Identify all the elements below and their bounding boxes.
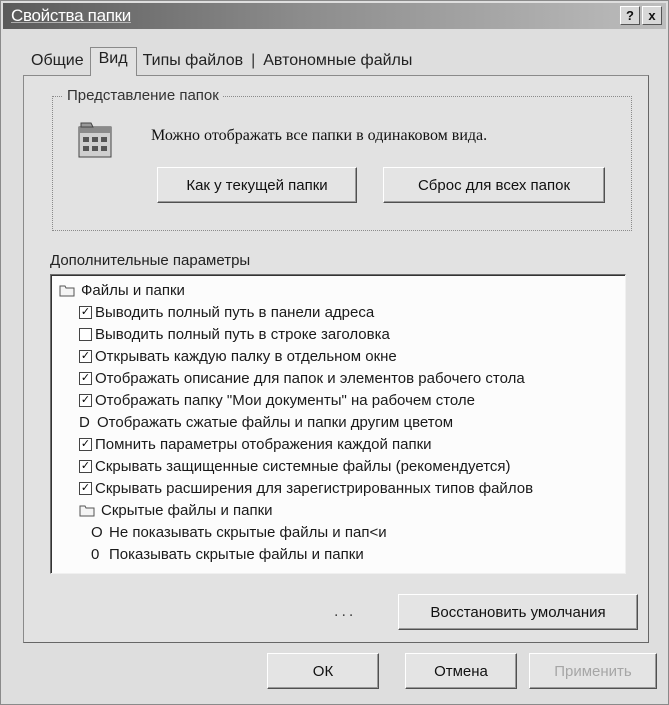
setting-label: Открывать каждую палку в отдельном окне [95,347,397,365]
radio-marker[interactable]: 0 [91,546,103,563]
apply-button[interactable]: Применить [529,653,657,689]
setting-label: Файлы и папки [81,281,185,299]
checkbox-checked[interactable]: ✓ [79,459,92,473]
tab-view[interactable]: Вид [89,47,137,76]
setting-label: Показывать скрытые файлы и папки [109,545,364,563]
setting-label: Скрывать защищенные системные файлы (рек… [95,457,511,475]
tab-file-types[interactable]: Типы файлов [137,48,250,75]
tab-general[interactable]: Общие [25,48,90,75]
folder-icon [79,505,95,516]
folder-views-description: Можно отображать все папки в одинаковом … [151,127,488,144]
setting-item[interactable]: ✓ Отображать папку "Мои документы" на раб… [51,389,625,411]
view-tab-panel: Представление папок Можно отображать все… [23,75,649,643]
checkbox-checked[interactable]: ✓ [79,481,92,495]
restore-defaults-button[interactable]: Восстановить умолчания [398,594,638,630]
setting-item[interactable]: 0 Показывать скрытые файлы и папки [51,543,625,565]
setting-item[interactable]: Выводить полный путь в строке заголовка [51,323,625,345]
radio-marker[interactable]: O [91,524,103,541]
setting-label: Отображать папку "Мои документы" на рабо… [95,391,476,409]
setting-item[interactable]: ✓ Помнить параметры отображения каждой па… [51,433,625,455]
tab-strip: Общие Вид Типы файлов | Автономные файлы [25,47,418,76]
checkbox-unchecked[interactable] [79,327,92,341]
title-bar[interactable]: Свойства папки ? x [3,3,666,29]
tab-separator: | [251,52,256,69]
like-current-folder-button[interactable]: Как у текущей папки [157,167,357,203]
radio-marker[interactable]: D [79,414,91,431]
setting-item[interactable]: ✓ Открывать каждую палку в отдельном окне [51,345,625,367]
tree-group-item[interactable]: Скрытые файлы и папки [51,499,625,521]
setting-label: Не показывать скрытые файлы и пап<и [109,523,387,541]
checkbox-checked[interactable]: ✓ [79,305,92,319]
folder-views-icon [77,121,113,159]
advanced-settings-label: Дополнительные параметры [50,252,251,269]
setting-label: Отображать описание для папок и элементо… [95,369,525,387]
close-button[interactable]: x [642,6,662,25]
checkbox-checked[interactable]: ✓ [79,349,92,363]
setting-item[interactable]: O Не показывать скрытые файлы и пап<и [51,521,625,543]
setting-item[interactable]: ✓ Скрывать расширения для зарегистрирован… [51,477,625,499]
folder-options-window: Свойства папки ? x Общие Вид Типы файлов… [0,0,669,705]
checkbox-checked[interactable]: ✓ [79,437,92,451]
folder-views-legend: Представление папок [63,87,223,104]
advanced-settings-list[interactable]: Файлы и папки ✓ Выводить полный путь в пан… [50,274,626,574]
setting-item[interactable]: ✓ Отображать описание для папок и элемент… [51,367,625,389]
folder-icon [59,285,75,296]
help-button[interactable]: ? [620,6,640,25]
setting-label: Отображать сжатые файлы и папки другим ц… [97,413,454,431]
setting-item[interactable]: ✓ Скрывать защищенные системные файлы (ре… [51,455,625,477]
setting-label: Выводить полный путь в строке заголовка [95,325,390,343]
folder-views-group: Представление папок Можно отображать все… [52,87,632,231]
ok-button[interactable]: ОК [267,653,379,689]
reset-all-folders-button[interactable]: Сброс для всех папок [383,167,605,203]
tab-offline-files[interactable]: Автономные файлы [257,48,418,75]
checkbox-checked[interactable]: ✓ [79,393,92,407]
setting-label: Скрывать расширения для зарегистрированн… [95,479,534,497]
window-title: Свойства папки [11,6,131,25]
setting-label: Скрытые файлы и папки [101,501,273,519]
setting-label: Выводить полный путь в панели адреса [95,303,375,321]
title-buttons: ? x [620,6,662,25]
checkbox-checked[interactable]: ✓ [79,371,92,385]
setting-item[interactable]: ✓ Выводить полный путь в панели адреса [51,301,625,323]
setting-label: Помнить параметры отображения каждой пап… [95,435,432,453]
ellipsis-text: ... [334,603,357,620]
setting-item[interactable]: D Отображать сжатые файлы и папки другим … [51,411,625,433]
cancel-button[interactable]: Отмена [405,653,517,689]
tree-group-item[interactable]: Файлы и папки [51,279,625,301]
